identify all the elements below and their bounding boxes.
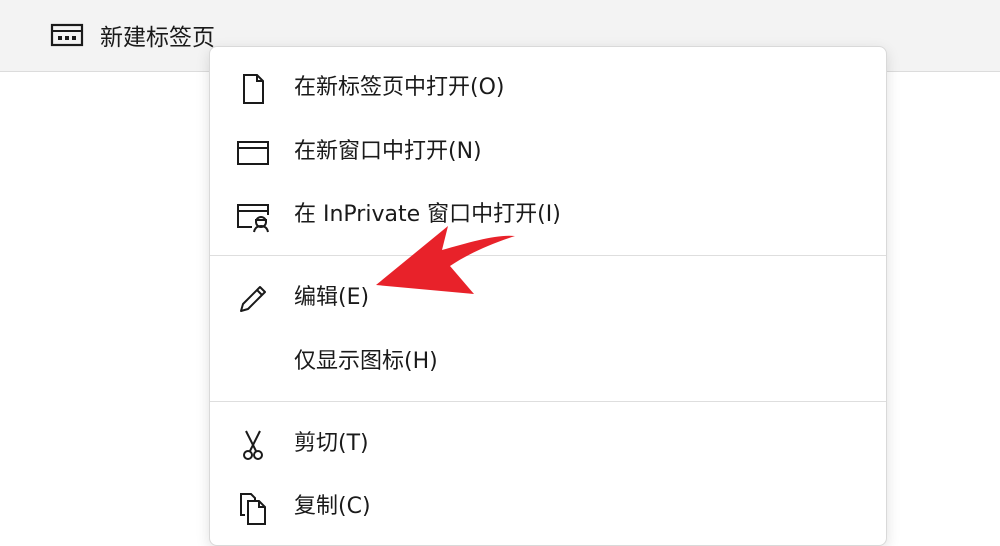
page-icon [236,72,270,106]
new-tab-icon [50,23,84,47]
menu-item-edit[interactable]: 编辑(E) [210,268,886,328]
menu-separator [210,255,886,256]
menu-item-open-inprivate[interactable]: 在 InPrivate 窗口中打开(I) [210,185,886,245]
context-menu: 在新标签页中打开(O) 在新窗口中打开(N) 在 InPrivate 窗口中打开… [209,46,887,546]
menu-item-copy[interactable]: 复制(C) [210,477,886,537]
inprivate-window-icon [236,199,270,233]
menu-item-label: 在 InPrivate 窗口中打开(I) [294,202,561,227]
menu-item-label: 剪切(T) [294,431,369,456]
menu-item-label: 在新标签页中打开(O) [294,75,505,100]
menu-item-open-new-tab[interactable]: 在新标签页中打开(O) [210,58,886,118]
menu-item-label: 复制(C) [294,494,371,519]
menu-item-open-new-window[interactable]: 在新窗口中打开(N) [210,122,886,182]
favorite-new-tab-label: 新建标签页 [100,25,215,51]
menu-separator [210,401,886,402]
copy-icon [236,491,270,525]
menu-item-label: 仅显示图标(H) [294,349,438,374]
favorite-new-tab[interactable]: 新建标签页 [50,18,215,52]
menu-item-label: 编辑(E) [294,285,370,310]
pencil-icon [236,282,270,316]
menu-item-show-icon-only[interactable]: 仅显示图标(H) [210,332,886,392]
menu-item-cut[interactable]: 剪切(T) [210,414,886,474]
scissors-icon [236,428,270,462]
menu-item-label: 在新窗口中打开(N) [294,139,482,164]
window-icon [236,136,270,170]
